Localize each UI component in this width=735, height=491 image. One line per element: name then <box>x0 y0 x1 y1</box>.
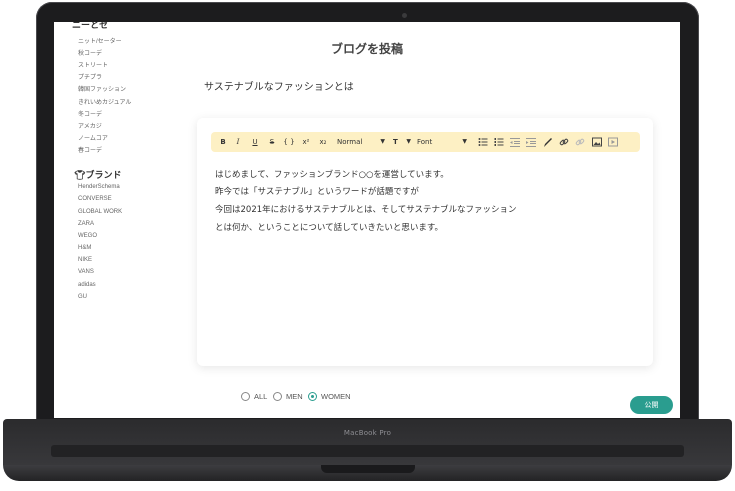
keyboard <box>51 445 684 457</box>
brand-heading: 👕︎ブランド <box>74 168 121 181</box>
post-title-input[interactable]: サステナブルなファッションとは <box>204 78 354 93</box>
caret-down-icon: ▼ <box>462 138 467 145</box>
laptop-frame: ニーとセ ニット/セーター 秋コーデ ストリート プチプラ 韓国ファッション き… <box>0 0 735 491</box>
trackpad-notch <box>321 465 415 473</box>
editor-line: 今回は2021年におけるサステナブルとは、そしてサステナブルなファッション <box>215 205 517 215</box>
underline-button[interactable]: U <box>249 136 261 148</box>
radio-women[interactable] <box>308 392 317 401</box>
sidebar-item-brand[interactable]: H&M <box>78 245 91 251</box>
subscript-button[interactable]: x₂ <box>317 136 329 148</box>
text-size-value: T <box>393 138 398 146</box>
radio-all[interactable] <box>241 392 250 401</box>
editor-card: B I U S { } x² x₂ Normal ▼ T ▼ Font ▼ はじ… <box>197 118 653 366</box>
bold-button[interactable]: B <box>217 136 229 148</box>
sidebar-item-category[interactable]: ストリート <box>78 60 108 69</box>
heading-select[interactable]: Normal ▼ <box>337 136 385 148</box>
editor-toolbar: B I U S { } x² x₂ Normal ▼ T ▼ Font ▼ <box>211 132 640 152</box>
sidebar-item-brand[interactable]: adidas <box>78 282 96 288</box>
sidebar-item-brand[interactable]: GU <box>78 294 87 300</box>
indent-icon[interactable] <box>526 136 536 148</box>
camera-icon <box>402 13 407 18</box>
sidebar-item-brand[interactable]: WEGO <box>78 233 97 239</box>
sidebar-item-category[interactable]: アメカジ <box>78 121 102 130</box>
bullet-list-icon[interactable] <box>478 136 488 148</box>
italic-button[interactable]: I <box>232 136 244 148</box>
font-select[interactable]: Font ▼ <box>417 136 467 148</box>
page-title: ブログを投稿 <box>330 42 403 56</box>
laptop-base: MacBook Pro <box>3 419 732 481</box>
sidebar-item-brand[interactable]: ZARA <box>78 221 94 227</box>
unlink-icon[interactable] <box>575 136 585 148</box>
publish-button[interactable]: 公開 <box>630 396 673 414</box>
sidebar-item-brand[interactable]: GLOBAL WORK <box>78 209 122 215</box>
sidebar-item-brand[interactable]: CONVERSE <box>78 196 112 202</box>
editor-line: 昨今では「サステナブル」というワードが話題ですが <box>215 187 419 197</box>
sidebar-item-category[interactable]: 春コーデ <box>78 145 102 154</box>
sidebar-item-category[interactable]: きれいめカジュアル <box>78 97 131 106</box>
radio-all-label: ALL <box>254 392 268 401</box>
sidebar-item-category[interactable]: プチプラ <box>78 72 102 81</box>
text-size-select[interactable]: T ▼ <box>393 136 411 148</box>
editor-line: とは何か、ということについて話していきたいと思います。 <box>215 223 443 233</box>
strike-button[interactable]: S <box>266 136 278 148</box>
sidebar-item-brand[interactable]: VANS <box>78 269 94 275</box>
tshirt-icon: 👕︎ <box>74 170 86 180</box>
sidebar-item-category[interactable]: ノームコア <box>78 133 108 142</box>
caret-down-icon: ▼ <box>406 138 411 145</box>
code-button[interactable]: { } <box>283 136 295 148</box>
sidebar: ニーとセ ニット/セーター 秋コーデ ストリート プチプラ 韓国ファッション き… <box>72 22 184 418</box>
caret-down-icon: ▼ <box>380 138 385 145</box>
radio-women-label: WOMEN <box>321 392 351 401</box>
radio-men[interactable] <box>273 392 282 401</box>
sidebar-item-brand[interactable]: NIKE <box>78 257 92 263</box>
sidebar-item-category[interactable]: 韓国ファッション <box>78 84 126 93</box>
sidebar-item-brand[interactable]: HenderSchema <box>78 184 120 190</box>
brand-heading-label: ブランド <box>85 170 122 180</box>
font-select-value: Font <box>417 138 433 146</box>
pen-icon[interactable] <box>543 136 553 148</box>
category-heading: ニーとセ <box>72 22 109 30</box>
keyboard-deck: MacBook Pro <box>3 419 732 465</box>
heading-select-value: Normal <box>337 138 363 146</box>
image-icon[interactable] <box>592 136 602 148</box>
radio-men-label: MEN <box>286 392 303 401</box>
editor-line: はじめまして、ファッションブランド○○を運営しています。 <box>215 170 449 180</box>
video-icon[interactable] <box>608 136 618 148</box>
ordered-list-icon[interactable] <box>494 136 504 148</box>
screen: ニーとセ ニット/セーター 秋コーデ ストリート プチプラ 韓国ファッション き… <box>54 22 680 418</box>
sidebar-item-category[interactable]: 冬コーデ <box>78 109 102 118</box>
link-icon[interactable] <box>559 136 569 148</box>
outdent-icon[interactable] <box>510 136 520 148</box>
device-label: MacBook Pro <box>343 429 392 437</box>
superscript-button[interactable]: x² <box>300 136 312 148</box>
